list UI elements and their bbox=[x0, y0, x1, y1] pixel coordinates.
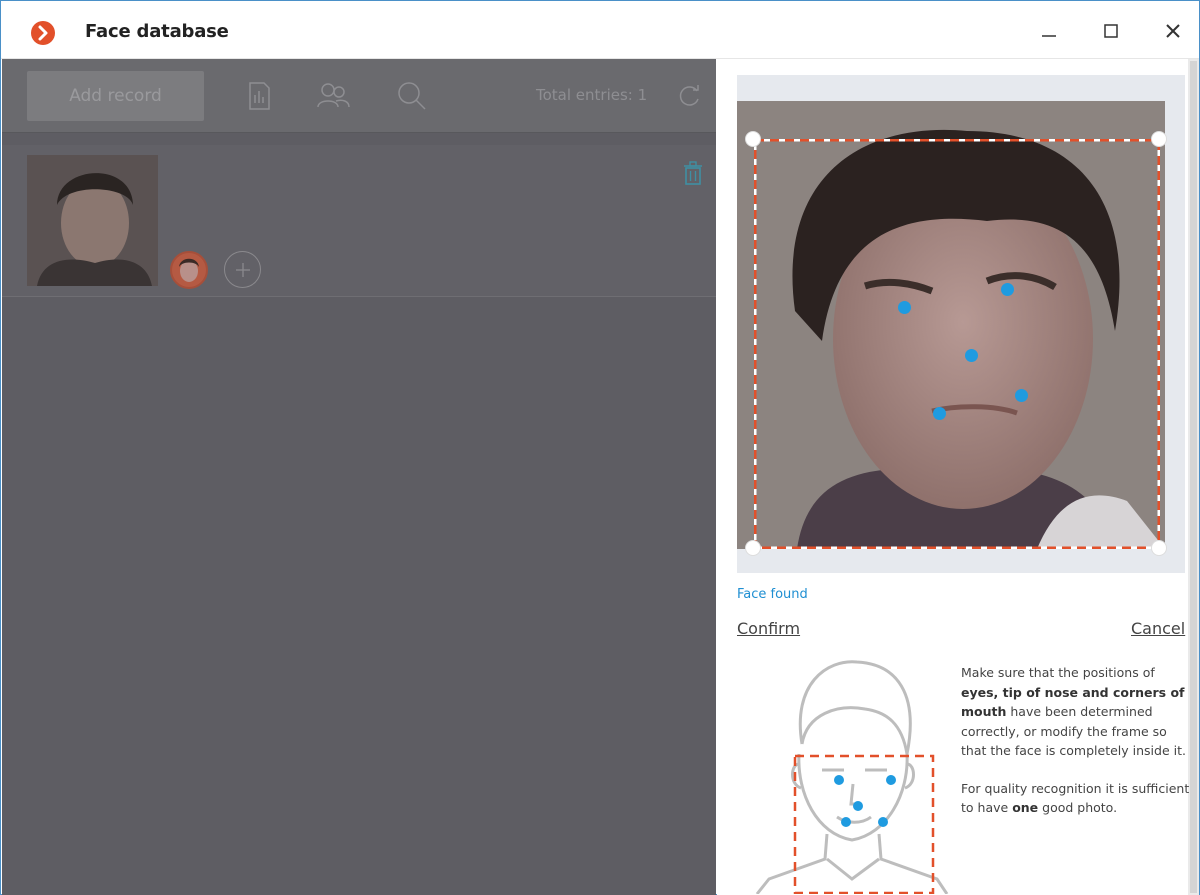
window-title: Face database bbox=[85, 21, 229, 42]
close-icon bbox=[1166, 24, 1180, 38]
face-editor-panel: Face found Confirm Cancel Make sure that… bbox=[717, 59, 1199, 895]
landmark-left-eye[interactable] bbox=[898, 301, 911, 314]
hint-text: Make sure that the positions of eyes, ti… bbox=[961, 663, 1193, 818]
hint-paragraph-2: For quality recognition it is sufficient… bbox=[961, 780, 1190, 816]
minimize-icon bbox=[1042, 35, 1056, 37]
landmark-right-eye[interactable] bbox=[1001, 283, 1014, 296]
record-photo[interactable] bbox=[27, 155, 158, 286]
face-frame[interactable] bbox=[754, 139, 1160, 549]
face-hint-illustration bbox=[755, 660, 949, 894]
plus-icon bbox=[235, 262, 250, 277]
minimize-button[interactable] bbox=[1029, 15, 1069, 47]
total-entries: Total entries: 1 bbox=[536, 86, 648, 104]
records-toolbar: Add record Total entries: 1 bbox=[2, 59, 716, 133]
maximize-button[interactable] bbox=[1091, 15, 1131, 47]
frame-handle-top-left[interactable] bbox=[745, 131, 761, 147]
app-logo-icon bbox=[31, 21, 55, 45]
frame-handle-top-right[interactable] bbox=[1151, 131, 1167, 147]
frame-handle-bottom-left[interactable] bbox=[745, 540, 761, 556]
add-record-button[interactable]: Add record bbox=[27, 71, 204, 121]
record-avatar[interactable] bbox=[170, 251, 208, 289]
trash-icon[interactable] bbox=[682, 161, 704, 185]
photo-area bbox=[737, 75, 1185, 573]
landmark-nose-tip[interactable] bbox=[965, 349, 978, 362]
add-photo-button[interactable] bbox=[224, 251, 261, 288]
face-status: Face found bbox=[737, 587, 808, 602]
close-button[interactable] bbox=[1153, 15, 1193, 47]
cancel-button[interactable]: Cancel bbox=[1131, 619, 1185, 638]
users-icon[interactable] bbox=[316, 79, 350, 113]
title-bar: Face database bbox=[1, 1, 1199, 59]
refresh-icon[interactable] bbox=[674, 81, 704, 111]
face-database-window: Face database Add record Total entries: … bbox=[0, 0, 1200, 895]
report-icon[interactable] bbox=[242, 79, 276, 113]
confirm-button[interactable]: Confirm bbox=[737, 619, 800, 638]
landmark-mouth-right[interactable] bbox=[1015, 389, 1028, 402]
frame-handle-bottom-right[interactable] bbox=[1151, 540, 1167, 556]
records-panel: Add record Total entries: 1 bbox=[2, 59, 716, 895]
maximize-icon bbox=[1104, 24, 1118, 38]
landmark-mouth-left[interactable] bbox=[933, 407, 946, 420]
hint-paragraph-1: Make sure that the positions of eyes, ti… bbox=[961, 665, 1186, 758]
record-row[interactable] bbox=[2, 145, 716, 297]
search-icon[interactable] bbox=[395, 79, 429, 113]
